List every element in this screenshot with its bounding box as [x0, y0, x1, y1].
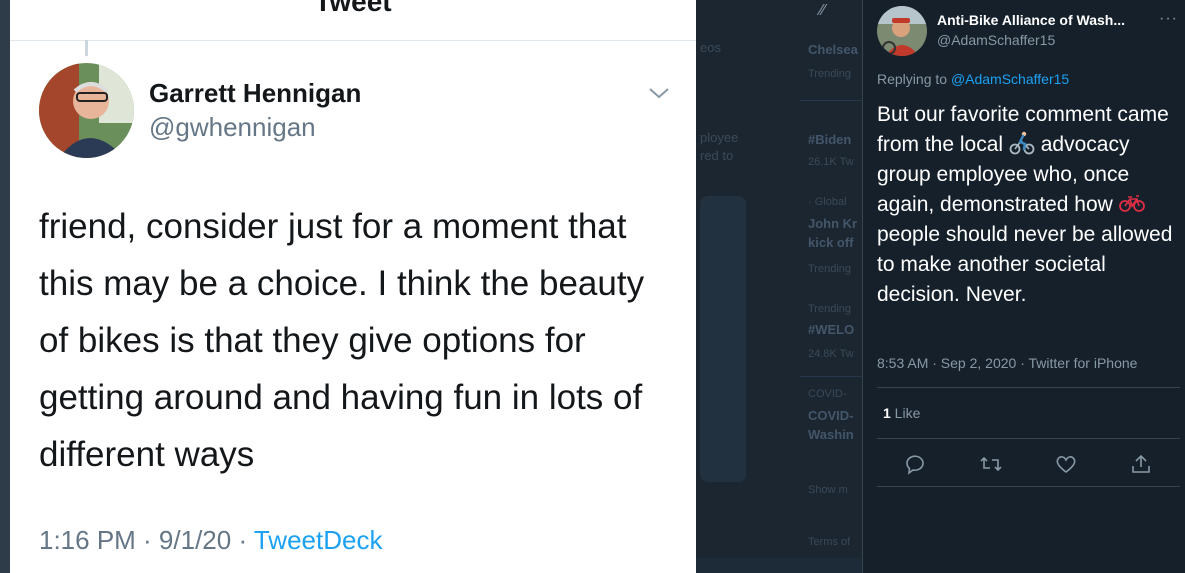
page-title: Tweet: [314, 0, 392, 17]
ghost-trend: COVID-: [808, 408, 854, 423]
ghost-card: [700, 196, 746, 482]
author-name: Garrett Hennigan: [149, 78, 362, 108]
tweet-text-part: people should never be allowed to make a…: [877, 223, 1173, 306]
author-handle: @gwhennigan: [149, 112, 316, 142]
ghost-text: ployee: [700, 130, 739, 145]
like-count[interactable]: 1 Like: [883, 405, 920, 421]
background-bottom-bar: [696, 558, 862, 573]
ghost-trend: Trending: [808, 68, 852, 80]
tweet-timestamp: 1:16 PM · 9/1/20 ·: [39, 525, 254, 555]
share-icon[interactable]: [1129, 452, 1153, 476]
ghost-text: red to: [700, 148, 734, 163]
tweet-meta: 1:16 PM · 9/1/20 · TweetDeck: [39, 525, 382, 556]
ghost-trend: Show m: [808, 484, 848, 496]
thread-line: [85, 40, 88, 56]
ghost-trend: Trending: [808, 263, 852, 275]
tweet-source-link[interactable]: TweetDeck: [254, 525, 383, 555]
ghost-divider: [800, 100, 862, 101]
divider: [877, 438, 1180, 439]
tweet-text: But our favorite comment came from the l…: [877, 100, 1182, 310]
embedded-tweet-screenshot: Tweet Garrett Hennigan @gwhennigan frien…: [10, 0, 696, 573]
ghost-trend: COVID-: [808, 388, 847, 400]
ghost-trend: · Global: [808, 196, 847, 208]
heart-icon[interactable]: [1054, 452, 1078, 476]
retweet-icon[interactable]: [979, 452, 1003, 476]
replying-to: Replying to @AdamSchaffer15: [877, 71, 1069, 87]
person-biking-icon: [1009, 131, 1035, 155]
bicycle-icon: [1118, 195, 1145, 212]
chevron-down-icon[interactable]: [647, 85, 671, 101]
ghost-trend: #WELO: [808, 322, 855, 337]
replying-handle-link[interactable]: @AdamSchaffer15: [951, 71, 1069, 87]
left-edge-strip: [0, 0, 10, 573]
tweet-timestamp[interactable]: 8:53 AM · Sep 2, 2020 · Twitter for iPho…: [877, 355, 1137, 371]
ghost-trend: 26.1K Tw: [808, 156, 854, 168]
ghost-divider: [800, 376, 862, 377]
ghost-trend: kick off: [808, 235, 854, 250]
ghost-trend: 24.8K Tw: [808, 348, 854, 360]
ghost-trend: Chelsea: [808, 42, 858, 57]
account-handle: @AdamSchaffer15: [937, 32, 1056, 48]
like-number: 1: [883, 405, 891, 421]
reply-icon[interactable]: [903, 452, 927, 476]
ghost-trend: Washin: [808, 427, 854, 442]
ghost-trend: Trending: [808, 303, 852, 315]
tweet-header: Tweet: [10, 0, 696, 41]
more-options-icon[interactable]: ···: [1159, 10, 1178, 28]
ghost-trend: John Kr: [808, 216, 858, 231]
avatar[interactable]: [39, 63, 134, 158]
divider: [877, 486, 1180, 487]
ghost-text: eos: [700, 40, 721, 55]
expand-icon: ⁄⁄: [820, 2, 826, 19]
ghost-trend: Terms of: [808, 536, 851, 548]
tweet-detail-panel: Anti-Bike Alliance of Wash... @AdamSchaf…: [862, 0, 1185, 573]
account-name[interactable]: Anti-Bike Alliance of Wash...: [937, 12, 1157, 28]
tweet-text: friend, consider just for a moment that …: [39, 207, 645, 474]
avatar[interactable]: [877, 6, 927, 56]
replying-prefix: Replying to: [877, 71, 951, 87]
divider: [877, 387, 1180, 388]
ghost-trend: #Biden: [808, 132, 852, 147]
like-label: Like: [890, 405, 921, 421]
